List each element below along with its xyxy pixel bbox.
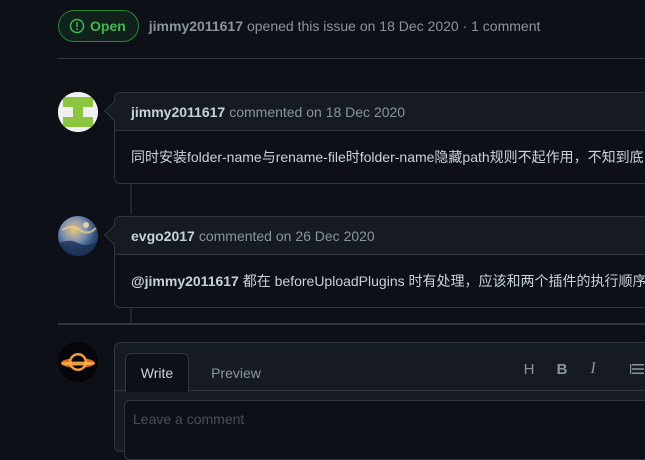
textarea-placeholder: Leave a comment <box>133 411 245 427</box>
status-label: Open <box>90 18 126 34</box>
bold-button[interactable]: B <box>552 359 572 379</box>
issue-open-icon <box>69 18 85 34</box>
list-button[interactable] <box>627 359 645 379</box>
editor-tab-bar: Write Preview H B I <box>115 343 645 392</box>
avatar[interactable] <box>58 342 98 382</box>
comment-body: @jimmy2011617 都在 beforeUploadPlugins 时有处… <box>115 255 645 307</box>
issue-author-link[interactable]: jimmy2011617 <box>149 18 243 34</box>
comment-card: evgo2017 commented on 26 Dec 2020 @jimmy… <box>104 216 645 308</box>
comment-text: 都在 beforeUploadPlugins 时有处理，应该和两个插件的执行顺序… <box>238 273 645 289</box>
comment-timestamp[interactable]: commented on 18 Dec 2020 <box>229 104 405 120</box>
tab-write[interactable]: Write <box>125 353 189 392</box>
comment-editor: Write Preview H B I Leave a comment <box>114 342 645 460</box>
issue-summary: opened this issue on 18 Dec 2020 · 1 com… <box>246 18 541 34</box>
comment-header: evgo2017 commented on 26 Dec 2020 <box>115 217 645 255</box>
list-icon <box>630 364 644 374</box>
identicon-image <box>58 92 98 132</box>
comment-textarea[interactable]: Leave a comment <box>124 400 645 460</box>
status-badge: Open <box>58 10 139 42</box>
bold-icon: B <box>556 360 568 378</box>
avatar[interactable] <box>58 216 98 256</box>
comment-text: 同时安装folder-name与rename-file时folder-name隐… <box>131 149 644 165</box>
comment-author-link[interactable]: evgo2017 <box>131 228 195 244</box>
italic-icon: I <box>590 360 596 377</box>
header-divider <box>58 58 645 59</box>
timeline-divider <box>58 323 645 325</box>
comment-timestamp[interactable]: commented on 26 Dec 2020 <box>199 228 375 244</box>
timeline-connector <box>130 306 132 322</box>
italic-button[interactable]: I <box>583 359 603 379</box>
avatar[interactable] <box>58 92 98 132</box>
user-mention-link[interactable]: @jimmy2011617 <box>131 273 239 289</box>
comment-card: jimmy2011617 commented on 18 Dec 2020 同时… <box>104 92 645 184</box>
issue-header: Open jimmy2011617 opened this issue on 1… <box>58 10 540 42</box>
avatar-image <box>58 342 98 382</box>
heading-icon: H <box>523 360 535 378</box>
comment-header: jimmy2011617 commented on 18 Dec 2020 <box>115 93 645 131</box>
avatar-image <box>58 222 98 256</box>
tab-preview[interactable]: Preview <box>203 353 269 392</box>
comment-author-link[interactable]: jimmy2011617 <box>131 104 225 120</box>
heading-button[interactable]: H <box>519 359 539 379</box>
comment-body: 同时安装folder-name与rename-file时folder-name隐… <box>115 131 645 183</box>
